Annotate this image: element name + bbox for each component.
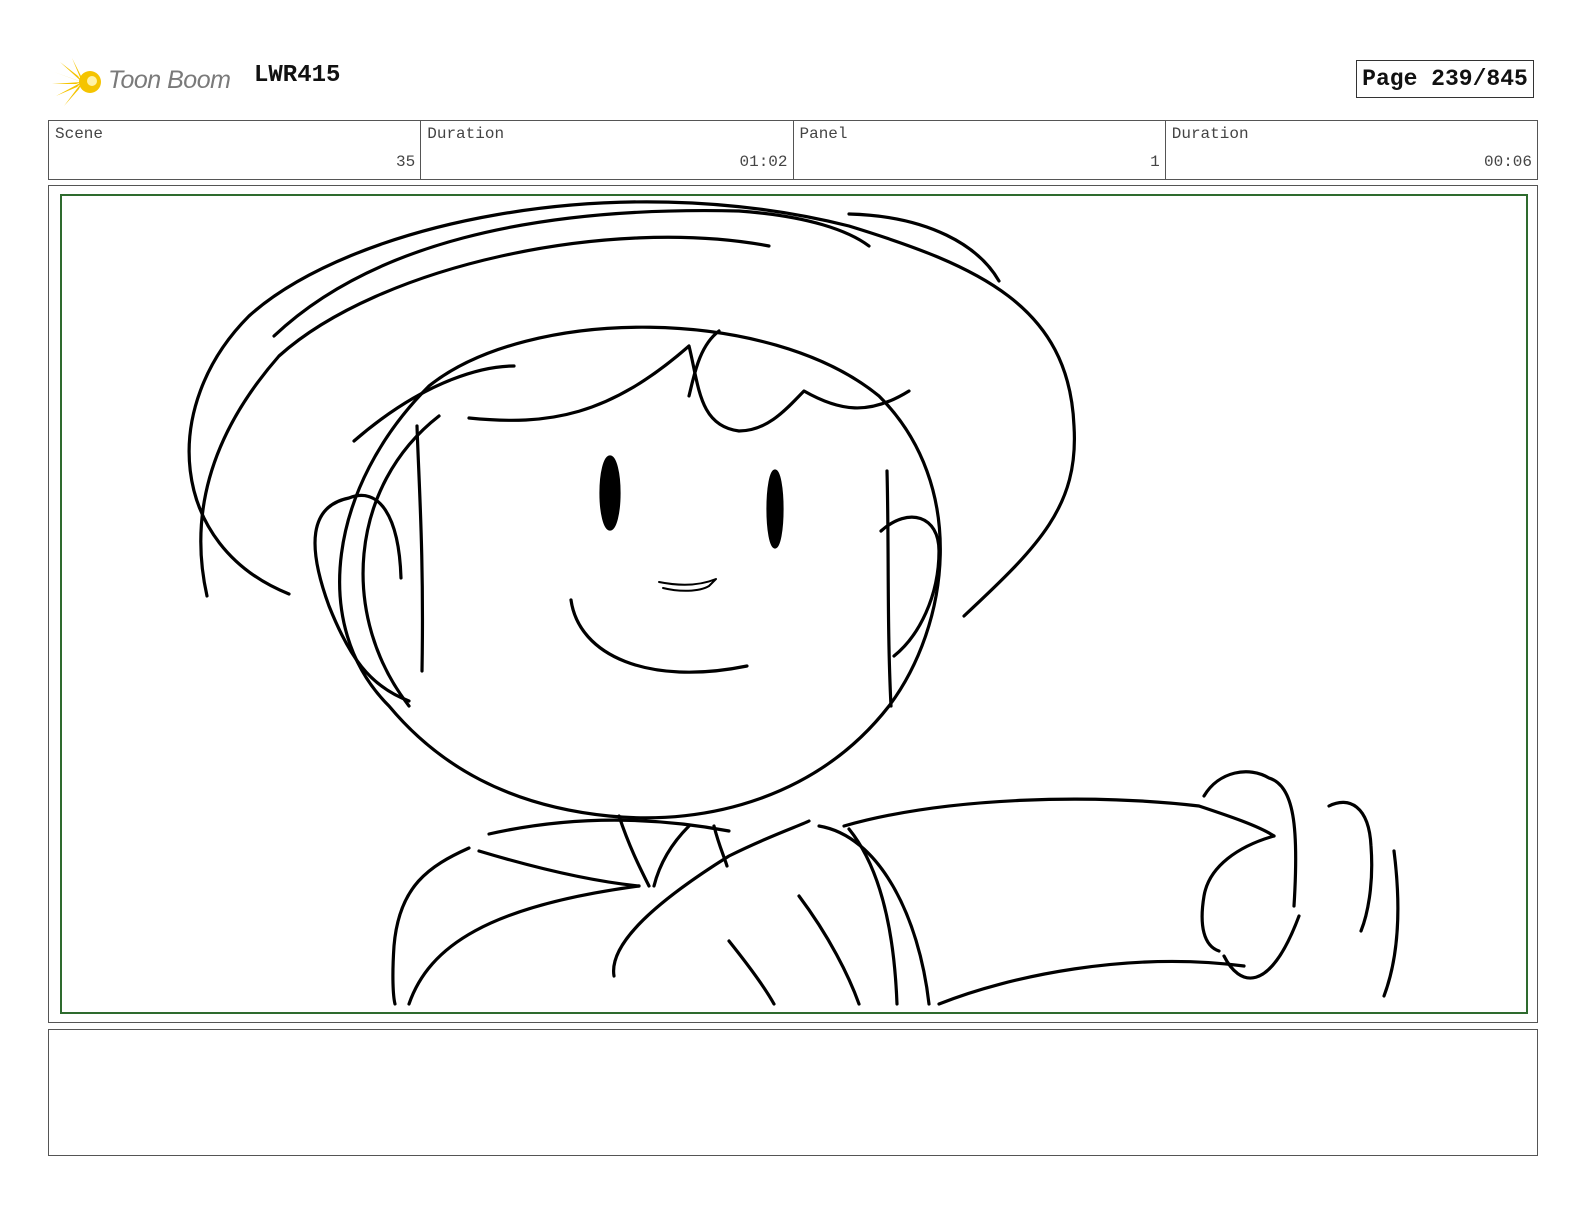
panel-notes-box: [48, 1029, 1538, 1156]
scene-duration-label: Duration: [427, 125, 505, 143]
page-number: Page 239/845: [1356, 60, 1534, 98]
panel-label: Panel: [799, 125, 848, 143]
scene-duration-value: 01:02: [739, 153, 788, 171]
scene-duration-cell: Duration 01:02: [421, 121, 794, 179]
scene-label: Scene: [55, 125, 104, 143]
toon-boom-logo: Toon Boom: [52, 56, 242, 108]
panel-duration-label: Duration: [1171, 125, 1249, 143]
safe-area-frame: [60, 194, 1528, 1014]
storyboard-header: Toon Boom LWR415 Page 239/845: [48, 52, 1538, 108]
panel-cell: Panel 1: [794, 121, 1166, 179]
panel-duration-cell: Duration 00:06: [1166, 121, 1537, 179]
toon-boom-burst-icon: [52, 58, 101, 106]
panel-duration-value: 00:06: [1483, 153, 1532, 171]
logo-text: Toon Boom: [108, 66, 231, 94]
scene-cell: Scene 35: [49, 121, 422, 179]
scene-value: 35: [396, 153, 416, 171]
storyboard-panel: [48, 185, 1538, 1023]
panel-value: 1: [1150, 153, 1160, 171]
project-code: LWR415: [254, 62, 341, 89]
panel-info-row: Scene 35 Duration 01:02 Panel 1 Duration…: [48, 120, 1538, 180]
